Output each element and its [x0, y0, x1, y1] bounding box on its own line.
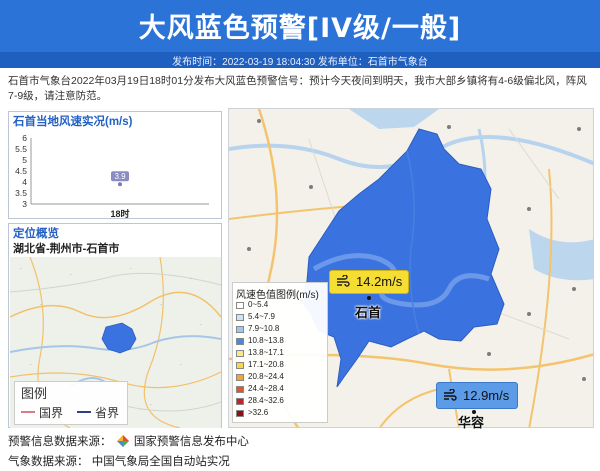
warning-description: 石首市气象台2022年03月19日18时01分发布大风蓝色预警信号：预计今天夜间… [8, 75, 587, 102]
shishou-wind-speed: 14.2m/s [356, 274, 403, 289]
svg-text:·: · [150, 402, 152, 409]
wind-icon [443, 388, 457, 406]
huarong-wind-speed: 12.9m/s [463, 388, 510, 403]
wind-legend-swatch [236, 338, 244, 345]
header-banner: 大风蓝色预警[IV级/一般] [0, 0, 600, 52]
y-tick-label: 5 [22, 155, 27, 165]
y-tick-label: 5.5 [15, 144, 27, 154]
page-title: 大风蓝色预警[IV级/一般] [138, 13, 462, 44]
minimap-legend: 图例 国界 省界 [14, 381, 128, 425]
weather-source-label: 气象数据来源： [8, 456, 89, 468]
svg-text:·: · [160, 302, 162, 309]
meta-bar: 发布时间：2022-03-19 18:04:30 发布单位：石首市气象台 [0, 52, 600, 68]
legend-title: 图例 [21, 386, 48, 401]
shishou-label: 石首 [355, 305, 382, 320]
y-tick-label: 3 [22, 199, 27, 209]
publish-info: 发布时间：2022-03-19 18:04:30 发布单位：石首市气象台 [172, 57, 428, 68]
wind-legend-swatch [236, 374, 244, 381]
warning-source-line: 预警信息数据来源： 国家预警信息发布中心 [8, 433, 249, 449]
wind-legend-label: 13.8~17.1 [248, 348, 284, 357]
provincial-border-swatch [77, 411, 91, 413]
data-point [118, 182, 122, 187]
wind-legend-label: 5.4~7.9 [248, 312, 275, 321]
chart-panel-title: 石首当地风速实况(m/s) [13, 116, 133, 128]
warning-source-value: 国家预警信息发布中心 [133, 436, 249, 448]
svg-text:·: · [180, 362, 182, 369]
wind-legend-swatch [236, 350, 244, 357]
svg-text:·: · [130, 266, 132, 273]
wind-legend-swatch [236, 314, 244, 321]
wind-legend-swatch [236, 326, 244, 333]
wind-legend-swatch [236, 302, 244, 309]
location-overview-panel: 定位概览 湖北省-荆州市-石首市 ···· ··· ···· 图例 国界 省界 [8, 223, 222, 428]
wind-legend-title: 风速色值图例(m/s) [236, 290, 319, 301]
y-tick-label: 4.5 [15, 166, 27, 176]
wind-icon [336, 274, 350, 292]
svg-text:·: · [30, 362, 32, 369]
wind-legend-label: >32.6 [248, 408, 269, 417]
warning-source-label: 预警信息数据来源： [8, 436, 112, 448]
wind-legend-swatch [236, 410, 244, 417]
location-panel-title: 定位概览 [13, 228, 59, 240]
y-tick-label: 3.5 [15, 188, 27, 198]
national-border-swatch [21, 411, 35, 413]
wind-legend-swatch [236, 362, 244, 369]
wind-legend-swatch [236, 398, 244, 405]
wind-legend-label: 28.4~32.6 [248, 396, 284, 405]
y-tick-label: 4 [22, 177, 27, 187]
wind-legend-label: 10.8~13.8 [248, 336, 284, 345]
location-path: 湖北省-荆州市-石首市 [13, 243, 120, 255]
huarong-wind-badge[interactable]: 12.9m/s [436, 382, 518, 409]
weather-source-value: 中国气象局全国自动站实况 [91, 456, 230, 468]
wind-legend-label: 24.4~28.4 [248, 384, 284, 393]
shishou-wind-badge[interactable]: 14.2m/s [329, 270, 409, 294]
wind-legend-label: 17.1~20.8 [248, 360, 284, 369]
svg-text:·: · [20, 266, 22, 273]
wind-legend-label: 7.9~10.8 [248, 324, 280, 333]
warning-center-logo-icon [116, 435, 129, 447]
wind-speed-chart-panel: 石首当地风速实况(m/s) 6 5.5 5 4.5 4 3.5 3 18时 3.9 [8, 111, 222, 219]
data-label: 3.9 [114, 172, 126, 181]
legend-provincial-border: 省界 [95, 406, 120, 420]
svg-text:·: · [190, 276, 192, 283]
wind-legend-swatch [236, 386, 244, 393]
weather-source-line: 气象数据来源： 中国气象局全国自动站实况 [8, 453, 230, 469]
y-tick-label: 6 [22, 133, 27, 143]
wind-speed-chart: 65.554.543.53 18时 3.9 [15, 133, 209, 218]
wind-speed-color-legend: 风速色值图例(m/s) 0~5.4 5.4~7.9 7.9~10.8 10.8~13.… [232, 282, 328, 423]
overview-minimap[interactable]: ···· ··· ···· 图例 国界 省界 [10, 257, 221, 428]
wind-legend-label: 0~5.4 [248, 300, 269, 309]
svg-text:·: · [40, 302, 42, 309]
shishou-marker [367, 296, 371, 300]
svg-text:·: · [200, 322, 202, 329]
svg-text:·: · [70, 272, 72, 279]
huarong-label: 华容 [458, 415, 485, 430]
wind-legend-label: 20.8~24.4 [248, 372, 284, 381]
x-tick-label: 18时 [110, 208, 129, 218]
legend-national-border: 国界 [39, 406, 64, 420]
